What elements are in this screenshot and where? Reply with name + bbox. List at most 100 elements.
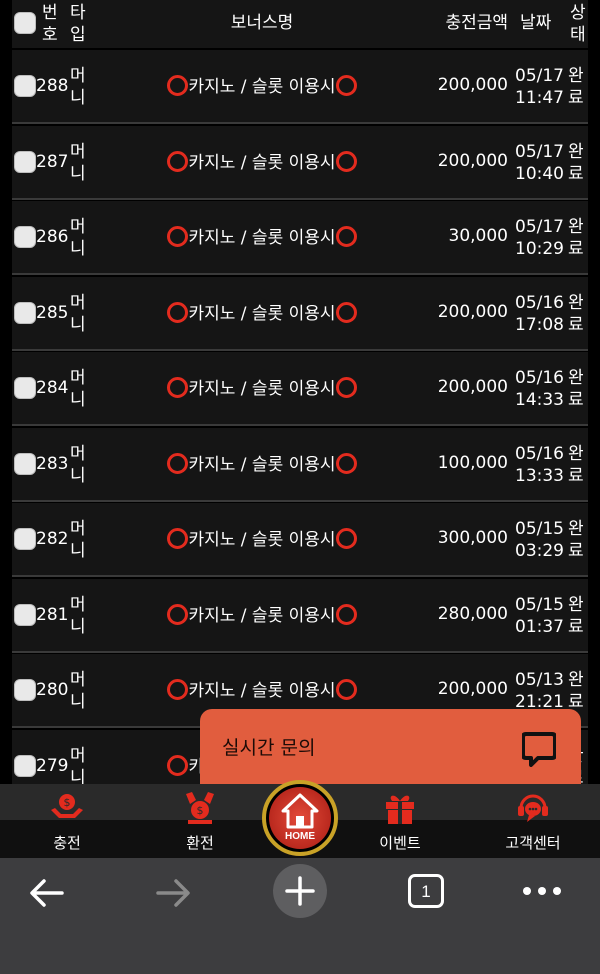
- row-amount: 30,000: [448, 226, 508, 246]
- home-badge: HOME: [269, 787, 331, 849]
- live-chat-popup[interactable]: 실시간 문의: [200, 709, 581, 789]
- row-status: 완 료: [568, 443, 584, 486]
- row-date: 05/13 21:21: [515, 670, 564, 712]
- nav-customer-center-label: 고객센터: [505, 834, 561, 852]
- table-row[interactable]: 286 머 니 카지노 / 슬롯 이용시 30,000 05/17 10:29 완 료: [12, 201, 588, 275]
- row-date: 05/16 17:08: [515, 292, 564, 335]
- row-type: 머 니: [70, 217, 86, 259]
- table-row[interactable]: 287 머 니 카지노 / 슬롯 이용시 200,000 05/17 10:40 완 료: [12, 125, 588, 200]
- row-amount: 200,000: [437, 679, 508, 699]
- header-type: 타 입: [70, 3, 86, 45]
- nav-customer-center[interactable]: 고객센터: [478, 784, 588, 858]
- row-number: 288: [36, 76, 69, 96]
- deposit-hand-icon: $: [51, 794, 83, 818]
- table-row[interactable]: 283 머 니 카지노 / 슬롯 이용시 100,000 05/16 13:33 완 료: [12, 427, 588, 502]
- back-arrow-icon[interactable]: [28, 876, 66, 910]
- nav-deposit-label: 충전: [53, 834, 81, 852]
- home-button[interactable]: HOME: [262, 780, 338, 856]
- row-checkbox[interactable]: [14, 226, 36, 248]
- chat-bubble-icon: [522, 732, 556, 767]
- home-label: HOME: [285, 831, 315, 842]
- row-checkbox[interactable]: [14, 452, 36, 475]
- new-tab-plus-icon[interactable]: [272, 863, 328, 919]
- row-type: 머 니: [70, 443, 86, 486]
- row-bonus-name: 카지노 / 슬롯 이용시: [162, 603, 362, 627]
- row-number: 279: [36, 755, 69, 776]
- gift-icon: [386, 795, 414, 824]
- circle-mark-icon: [335, 150, 357, 172]
- tab-switcher-button[interactable]: 1: [408, 874, 444, 908]
- row-status: 완 료: [568, 670, 584, 712]
- circle-mark-icon: [335, 301, 357, 323]
- row-status: 완 료: [568, 66, 584, 108]
- table-row[interactable]: 285 머 니 카지노 / 슬롯 이용시 200,000 05/16 17:08 완 료: [12, 276, 588, 351]
- row-status: 완 료: [568, 368, 584, 410]
- browser-toolbar: 1: [0, 858, 600, 974]
- header-status: 상 태: [570, 3, 586, 45]
- row-amount: 200,000: [437, 150, 508, 171]
- circle-mark-icon: [167, 603, 189, 625]
- row-bonus-text: 카지노 / 슬롯 이용시: [188, 605, 336, 626]
- row-bonus-text: 카지노 / 슬롯 이용시: [188, 152, 336, 173]
- row-status: 완 료: [568, 594, 584, 637]
- header-no: 번 호: [42, 3, 58, 45]
- row-date: 05/17 10:29: [515, 217, 564, 259]
- table-row[interactable]: 281 머 니 카지노 / 슬롯 이용시 280,000 05/15 01:37 완 료: [12, 578, 588, 653]
- row-bonus-name: 카지노 / 슬롯 이용시: [162, 528, 362, 551]
- row-checkbox[interactable]: [14, 150, 36, 173]
- row-bonus-text: 카지노 / 슬롯 이용시: [188, 681, 336, 701]
- tab-count: 1: [421, 882, 431, 901]
- live-chat-label: 실시간 문의: [222, 737, 316, 759]
- nav-event-label: 이벤트: [379, 834, 421, 852]
- circle-mark-icon: [335, 377, 357, 398]
- nav-deposit[interactable]: $ 충전: [12, 784, 122, 858]
- row-bonus-text: 카지노 / 슬롯 이용시: [188, 77, 336, 97]
- row-bonus-name: 카지노 / 슬롯 이용시: [162, 301, 362, 325]
- row-status: 완 료: [568, 141, 584, 184]
- house-icon: [281, 793, 319, 829]
- row-bonus-name: 카지노 / 슬롯 이용시: [162, 679, 362, 702]
- circle-mark-icon: [335, 75, 357, 96]
- row-checkbox[interactable]: [14, 377, 36, 399]
- svg-text:$: $: [64, 796, 71, 809]
- row-number: 281: [36, 604, 69, 625]
- row-amount: 280,000: [437, 603, 508, 624]
- row-date: 05/16 14:33: [515, 368, 564, 410]
- nav-withdraw[interactable]: $ 환전: [145, 784, 255, 858]
- row-number: 283: [36, 453, 69, 474]
- withdraw-hand-icon: $: [186, 792, 214, 824]
- more-options-icon[interactable]: [522, 886, 562, 896]
- row-checkbox[interactable]: [14, 754, 36, 777]
- table-row[interactable]: 288 머 니 카지노 / 슬롯 이용시 200,000 05/17 11:47 완 료: [12, 50, 588, 124]
- row-amount: 200,000: [437, 75, 508, 95]
- row-number: 285: [36, 302, 69, 323]
- row-date: 05/15 03:29: [515, 519, 564, 561]
- row-checkbox[interactable]: [14, 679, 36, 701]
- header-amount: 충전금액: [445, 13, 508, 33]
- circle-mark-icon: [167, 75, 189, 96]
- select-all-checkbox[interactable]: [14, 12, 36, 34]
- row-amount: 200,000: [437, 301, 508, 322]
- circle-mark-icon: [167, 226, 189, 247]
- row-checkbox[interactable]: [14, 301, 36, 324]
- row-number: 284: [36, 378, 69, 398]
- row-checkbox[interactable]: [14, 75, 36, 97]
- circle-mark-icon: [167, 301, 189, 323]
- row-amount: 200,000: [437, 377, 508, 397]
- row-bonus-name: 카지노 / 슬롯 이용시: [162, 226, 362, 249]
- table-row[interactable]: 284 머 니 카지노 / 슬롯 이용시 200,000 05/16 14:33 완 료: [12, 352, 588, 426]
- row-checkbox[interactable]: [14, 528, 36, 550]
- table-row[interactable]: 282 머 니 카지노 / 슬롯 이용시 300,000 05/15 03:29 완 료: [12, 503, 588, 577]
- circle-mark-icon: [167, 528, 189, 549]
- circle-mark-icon: [167, 679, 189, 700]
- row-type: 머 니: [70, 368, 86, 410]
- row-date: 05/16 13:33: [515, 443, 564, 486]
- row-date: 05/17 11:47: [515, 66, 564, 108]
- nav-event[interactable]: 이벤트: [345, 784, 455, 858]
- row-bonus-text: 카지노 / 슬롯 이용시: [188, 379, 336, 399]
- row-checkbox[interactable]: [14, 603, 36, 626]
- circle-mark-icon: [167, 150, 189, 172]
- row-number: 282: [36, 529, 69, 549]
- forward-arrow-icon[interactable]: [154, 876, 192, 910]
- circle-mark-icon: [335, 528, 357, 549]
